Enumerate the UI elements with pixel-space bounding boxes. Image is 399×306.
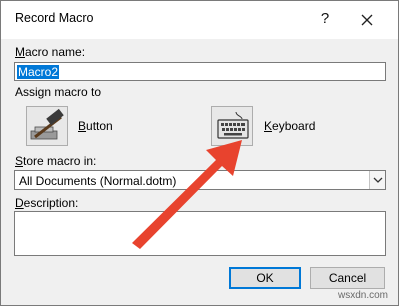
store-macro-select[interactable]: All Documents (Normal.dotm) — [14, 170, 386, 190]
assign-macro-label: Assign macro to — [15, 85, 102, 99]
cancel-button[interactable]: Cancel — [310, 267, 385, 289]
title-bar: Record Macro ? — [1, 1, 398, 39]
dropdown-arrow[interactable] — [369, 171, 385, 189]
macro-name-value: Macro2 — [17, 65, 60, 79]
help-button[interactable]: ? — [313, 7, 337, 31]
close-button[interactable] — [353, 7, 381, 33]
watermark: wsxdn.com — [338, 290, 389, 301]
assign-keyboard-button[interactable] — [211, 106, 253, 146]
record-macro-dialog: Record Macro ? Macro name: Macro2 Assign… — [0, 0, 399, 306]
description-label: Description: — [15, 196, 79, 210]
store-macro-label: Store macro in: — [15, 154, 97, 168]
close-icon — [361, 14, 373, 26]
ok-button[interactable]: OK — [229, 267, 301, 289]
macro-name-label: Macro name: — [15, 45, 86, 59]
button-option-label: Button — [78, 119, 113, 133]
assign-button-button[interactable] — [26, 106, 68, 146]
store-macro-value: All Documents (Normal.dotm) — [19, 174, 177, 188]
keyboard-option-label: Keyboard — [264, 119, 316, 133]
chevron-down-icon — [373, 177, 383, 183]
description-input[interactable] — [14, 211, 386, 256]
macro-name-input[interactable]: Macro2 — [14, 62, 386, 81]
keyboard-icon — [217, 111, 249, 139]
hammer-icon — [30, 108, 64, 140]
dialog-title: Record Macro — [15, 11, 94, 25]
